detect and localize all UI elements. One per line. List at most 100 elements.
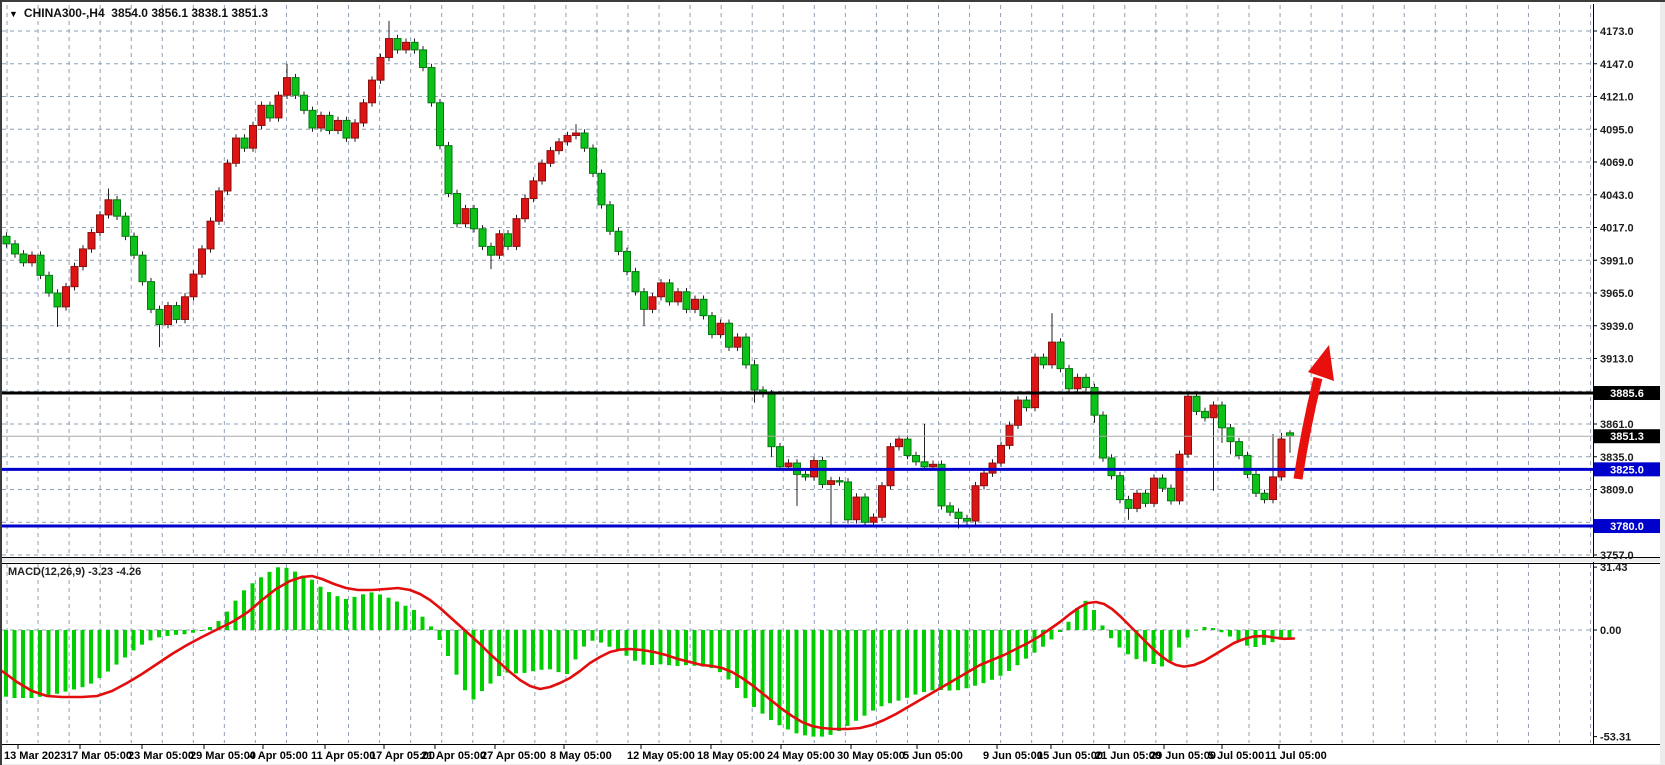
macd-bar <box>1186 630 1190 638</box>
macd-bar <box>667 630 671 665</box>
candle-body <box>250 125 257 148</box>
candle-body <box>675 292 682 302</box>
symbol-dropdown-icon[interactable]: ▼ <box>9 9 18 19</box>
macd-tick-label: 0.00 <box>1600 625 1621 637</box>
time-tick-label: 9 Jun 05:00 <box>983 750 1043 762</box>
candle-body <box>224 163 231 191</box>
macd-bar <box>965 630 969 688</box>
macd-bar <box>1288 630 1292 637</box>
macd-bar <box>208 627 212 630</box>
price-tick-label: 3809.0 <box>1600 485 1634 497</box>
macd-bar <box>625 630 629 656</box>
candle-body <box>1287 433 1294 436</box>
macd-tick-label: 31.43 <box>1600 562 1628 574</box>
price-badge-label: 3885.6 <box>1610 388 1644 400</box>
macd-bar <box>38 630 42 697</box>
macd-bar <box>616 630 620 651</box>
macd-bar <box>540 630 544 670</box>
price-tick-label: 3913.0 <box>1600 354 1634 366</box>
macd-bar <box>30 630 34 698</box>
macd-bar <box>905 630 909 698</box>
candle-body <box>853 497 860 520</box>
macd-bar <box>1058 630 1062 632</box>
candle-body <box>768 394 775 447</box>
macd-bar <box>319 587 323 630</box>
macd-bar <box>557 630 561 672</box>
time-tick-label: 23 Mar 05:00 <box>128 750 194 762</box>
candle-body <box>955 512 962 518</box>
time-tick-label: 29 Jun 05:00 <box>1150 750 1216 762</box>
candle-body <box>751 365 758 390</box>
macd-bar <box>956 630 960 690</box>
time-tick-label: 29 Mar 05:00 <box>190 750 256 762</box>
time-tick-label: 11 Jul 05:00 <box>1265 750 1327 762</box>
candle-body <box>547 151 554 164</box>
candle-body <box>258 105 265 125</box>
candle-body <box>513 219 520 247</box>
candle-body <box>556 142 563 151</box>
macd-bar <box>582 630 586 647</box>
macd-tick-label: -53.31 <box>1600 732 1631 744</box>
macd-bar <box>1101 626 1105 631</box>
trading-chart-window: 4173.04147.04121.04095.04069.04043.04017… <box>0 0 1665 765</box>
candle-body <box>607 205 614 231</box>
macd-bar <box>803 630 807 735</box>
macd-bar <box>710 630 714 668</box>
macd-bar <box>191 630 195 633</box>
macd-bar <box>234 601 238 630</box>
candle-body <box>471 209 478 229</box>
candle-body <box>1083 377 1090 387</box>
candle-body <box>131 236 138 255</box>
macd-bar <box>897 630 901 701</box>
macd-bar <box>106 630 110 672</box>
candle-body <box>862 497 869 522</box>
candle-body <box>335 120 342 130</box>
price-badge-label: 3780.0 <box>1610 521 1644 533</box>
candle-body <box>46 275 53 293</box>
macd-bar <box>778 630 782 725</box>
macd-bar <box>1211 628 1215 630</box>
macd-bar <box>523 630 527 673</box>
candle-body <box>1040 357 1047 365</box>
time-tick-label: 27 Apr 05:00 <box>481 750 546 762</box>
window-edge-strip <box>1660 2 1665 765</box>
macd-bar <box>914 630 918 695</box>
candle-body <box>530 181 537 199</box>
macd-bar <box>761 630 765 714</box>
candle-body <box>573 133 580 136</box>
macd-bar <box>1067 622 1071 630</box>
pane-divider[interactable] <box>2 558 1660 562</box>
candle-body <box>496 234 503 255</box>
macd-bar <box>846 630 850 726</box>
macd-bar <box>599 630 603 643</box>
candle-body <box>267 105 274 118</box>
candle-body <box>879 486 886 517</box>
macd-bar <box>200 630 204 631</box>
candle-body <box>947 506 954 512</box>
candle-body <box>403 42 410 50</box>
candle-body <box>216 191 223 221</box>
macd-bar <box>514 630 518 673</box>
candle-body <box>1159 478 1166 488</box>
time-tick-label: 5 Jun 05:00 <box>903 750 963 762</box>
candle-body <box>641 292 648 310</box>
price-badge-label: 3825.0 <box>1610 464 1644 476</box>
price-tick-label: 3835.0 <box>1600 452 1634 464</box>
time-tick-label: 8 May 05:00 <box>550 750 612 762</box>
time-tick-label: 13 Mar 2023 <box>4 750 66 762</box>
macd-bar <box>13 630 17 698</box>
candle-body <box>734 337 741 347</box>
time-tick-label: 21 Apr 05:00 <box>421 750 486 762</box>
price-tick-label: 3939.0 <box>1600 321 1634 333</box>
price-tick-label: 4017.0 <box>1600 223 1634 235</box>
candle-body <box>114 200 121 216</box>
macd-bar <box>395 602 399 631</box>
macd-bar <box>421 617 425 630</box>
macd-bar <box>506 630 510 673</box>
macd-bar <box>693 630 697 666</box>
chart-canvas[interactable]: 4173.04147.04121.04095.04069.04043.04017… <box>2 2 1665 765</box>
time-axis[interactable]: 13 Mar 202317 Mar 05:0023 Mar 05:0029 Ma… <box>2 745 1660 764</box>
candle-body <box>717 323 724 334</box>
macd-bar <box>701 630 705 667</box>
macd-bar <box>565 630 569 674</box>
